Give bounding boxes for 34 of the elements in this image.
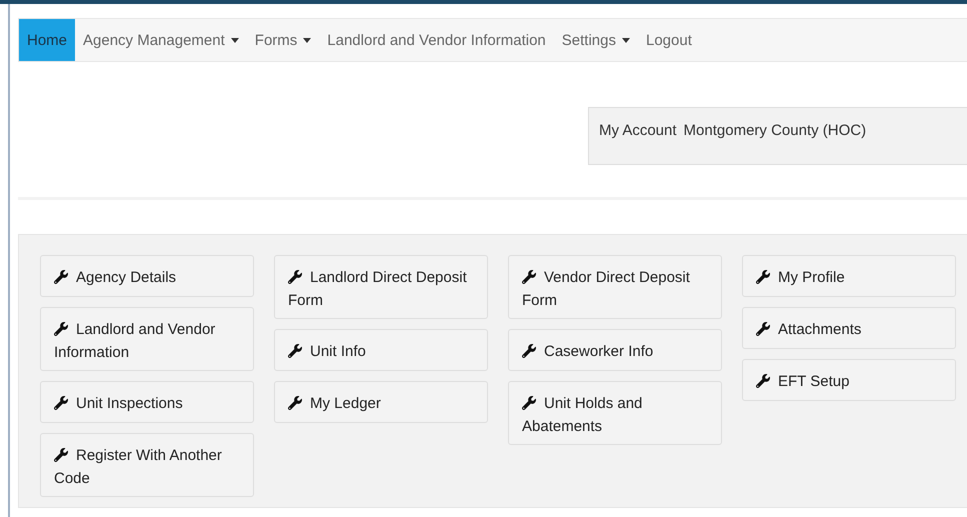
- nav-item[interactable]: Settings: [554, 19, 638, 61]
- menu-tile[interactable]: Landlord Direct Deposit Form: [274, 255, 488, 319]
- account-name: Montgomery County (HOC): [684, 122, 866, 141]
- menu-tile[interactable]: My Ledger: [274, 381, 488, 423]
- menu-tile[interactable]: Attachments: [742, 307, 956, 349]
- menu-tile[interactable]: Vendor Direct Deposit Form: [508, 255, 722, 319]
- wrench-icon: [756, 374, 770, 388]
- wrench-icon: [522, 396, 536, 410]
- menu-tile[interactable]: Landlord and Vendor Information: [40, 307, 254, 371]
- nav-item[interactable]: Logout: [638, 19, 700, 61]
- account-label: My Account: [599, 122, 677, 141]
- wrench-icon: [288, 344, 302, 358]
- menu-tile[interactable]: Caseworker Info: [508, 329, 722, 371]
- wrench-icon: [288, 396, 302, 410]
- wrench-icon: [54, 270, 68, 284]
- wrench-icon: [288, 270, 302, 284]
- menu-tile[interactable]: Agency Details: [40, 255, 254, 297]
- wrench-icon: [54, 322, 68, 336]
- wrench-icon: [54, 448, 68, 462]
- wrench-icon: [756, 270, 770, 284]
- menu-tile[interactable]: Unit Info: [274, 329, 488, 371]
- wrench-icon: [756, 322, 770, 336]
- nav-item[interactable]: Home: [19, 19, 76, 61]
- menu-tile[interactable]: Unit Holds and Abatements: [508, 381, 722, 445]
- wrench-icon: [522, 270, 536, 284]
- menu-tile[interactable]: Register With Another Code: [40, 433, 254, 497]
- nav-item[interactable]: Landlord and Vendor Information: [319, 19, 554, 61]
- wrench-icon: [54, 396, 68, 410]
- menu-tile[interactable]: EFT Setup: [742, 359, 956, 401]
- menu-tile[interactable]: Unit Inspections: [40, 381, 254, 423]
- nav-item[interactable]: Agency Management: [75, 19, 247, 61]
- menu-tile[interactable]: My Profile: [742, 255, 956, 297]
- wrench-icon: [522, 344, 536, 358]
- nav-item[interactable]: Forms: [246, 19, 320, 61]
